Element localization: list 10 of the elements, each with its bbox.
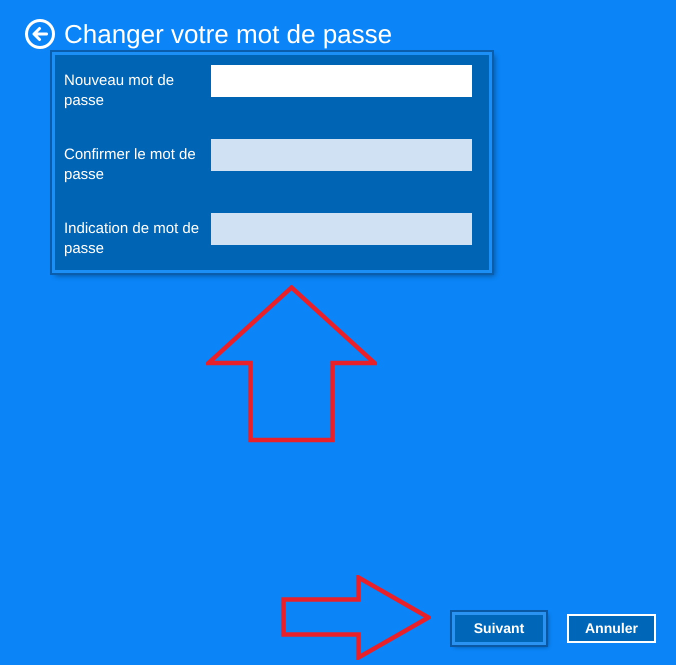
up-arrow-icon bbox=[206, 285, 377, 443]
field-label: Indication de mot de passe bbox=[64, 219, 200, 259]
password-field[interactable] bbox=[211, 65, 472, 97]
next-button[interactable]: Suivant bbox=[452, 612, 546, 645]
right-arrow-icon bbox=[281, 575, 431, 660]
field-label: Nouveau mot de passe bbox=[64, 71, 176, 111]
cancel-button[interactable]: Annuler bbox=[567, 614, 656, 643]
back-icon[interactable] bbox=[25, 18, 55, 48]
field-label: Confirmer le mot de passe bbox=[64, 145, 197, 185]
page-title: Changer votre mot de passe bbox=[64, 18, 392, 48]
